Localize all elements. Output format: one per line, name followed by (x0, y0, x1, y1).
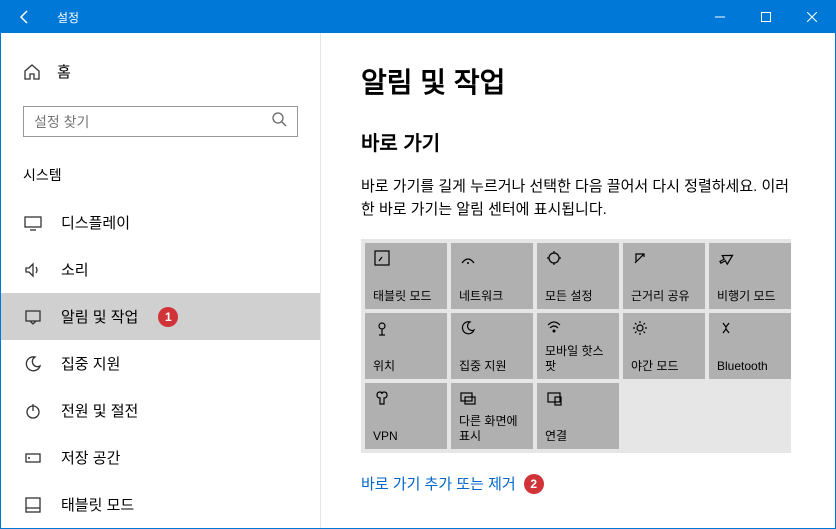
content-area: 알림 및 작업 바로 가기 바로 가기를 길게 누르거나 선택한 다음 끌어서 … (321, 33, 835, 528)
tile-icon (373, 389, 391, 407)
sidebar-item-power[interactable]: 전원 및 절전 (1, 387, 320, 434)
sidebar-item-label: 소리 (61, 259, 89, 280)
minimize-button[interactable] (697, 1, 743, 33)
sound-icon (23, 260, 43, 280)
tile-label: Bluetooth (717, 359, 783, 373)
tile-icon (631, 249, 649, 267)
tile-icon (373, 319, 391, 337)
sidebar-item-sound[interactable]: 소리 (1, 246, 320, 293)
tile-label: 위치 (373, 359, 439, 373)
add-remove-link[interactable]: 바로 가기 추가 또는 제거 (361, 473, 516, 494)
arrow-left-icon (17, 9, 33, 25)
sidebar: 홈 시스템 디스플레이 소리 (1, 33, 321, 528)
sidebar-item-label: 태블릿 모드 (61, 494, 134, 515)
search-icon (271, 111, 287, 132)
quick-action-tile[interactable]: Bluetooth (709, 313, 791, 379)
tile-icon (717, 249, 735, 267)
section-title: 바로 가기 (361, 127, 795, 156)
quick-action-tile[interactable]: 태블릿 모드 (365, 243, 447, 309)
tile-icon (545, 319, 563, 337)
titlebar: 설정 (1, 1, 835, 33)
sidebar-item-label: 알림 및 작업 (61, 306, 138, 327)
tile-label: 근거리 공유 (631, 289, 697, 303)
annotation-badge-2: 2 (524, 474, 544, 494)
window-title: 설정 (49, 9, 697, 26)
tile-label: VPN (373, 429, 439, 443)
quick-action-tile[interactable]: 근거리 공유 (623, 243, 705, 309)
moon-icon (23, 354, 43, 374)
section-label: 시스템 (1, 155, 320, 199)
page-title: 알림 및 작업 (361, 61, 795, 101)
sidebar-item-storage[interactable]: 저장 공간 (1, 434, 320, 481)
sidebar-item-notifications[interactable]: 알림 및 작업 1 (1, 293, 320, 340)
sidebar-item-display[interactable]: 디스플레이 (1, 199, 320, 246)
section-description: 바로 가기를 길게 누르거나 선택한 다음 끌어서 다시 정렬하세요. 이러한 … (361, 176, 795, 221)
back-button[interactable] (1, 1, 49, 33)
close-icon (807, 12, 817, 22)
power-icon (23, 401, 43, 421)
quick-action-tiles: 태블릿 모드 네트워크 모든 설정 근거리 공유 비행기 모드 위치 집중 지원 (361, 239, 791, 453)
quick-action-tile[interactable]: VPN (365, 383, 447, 449)
tile-icon (459, 319, 477, 337)
maximize-icon (761, 12, 771, 22)
display-icon (23, 213, 43, 233)
sidebar-item-tablet[interactable]: 태블릿 모드 (1, 481, 320, 528)
quick-action-tile[interactable]: 모든 설정 (537, 243, 619, 309)
quick-action-tile[interactable]: 야간 모드 (623, 313, 705, 379)
storage-icon (23, 448, 43, 468)
quick-action-tile[interactable]: 모바일 핫스팟 (537, 313, 619, 379)
quick-action-tile[interactable]: 네트워크 (451, 243, 533, 309)
tile-icon (717, 319, 735, 337)
tile-label: 야간 모드 (631, 359, 697, 373)
sidebar-item-label: 전원 및 절전 (61, 400, 138, 421)
tile-label: 다른 화면에 표시 (459, 414, 525, 443)
tile-icon (459, 389, 477, 407)
notification-icon (23, 307, 43, 327)
quick-action-tile[interactable]: 위치 (365, 313, 447, 379)
maximize-button[interactable] (743, 1, 789, 33)
sidebar-item-label: 디스플레이 (61, 212, 130, 233)
tile-label: 네트워크 (459, 289, 525, 303)
close-button[interactable] (789, 1, 835, 33)
annotation-badge-1: 1 (158, 307, 178, 327)
quick-action-tile[interactable]: 연결 (537, 383, 619, 449)
tile-label: 태블릿 모드 (373, 289, 439, 303)
sidebar-item-focus[interactable]: 집중 지원 (1, 340, 320, 387)
quick-action-tile[interactable]: 다른 화면에 표시 (451, 383, 533, 449)
tile-icon (545, 389, 563, 407)
search-box[interactable] (23, 106, 298, 137)
home-button[interactable]: 홈 (1, 51, 320, 92)
home-label: 홈 (57, 61, 71, 82)
window-controls (697, 1, 835, 33)
home-icon (23, 63, 41, 81)
tablet-icon (23, 495, 43, 515)
tile-icon (459, 249, 477, 267)
tile-label: 연결 (545, 429, 611, 443)
tile-label: 모바일 핫스팟 (545, 344, 611, 373)
quick-action-tile[interactable]: 집중 지원 (451, 313, 533, 379)
tile-icon (631, 319, 649, 337)
tile-icon (373, 249, 391, 267)
tile-icon (545, 249, 563, 267)
tile-label: 집중 지원 (459, 359, 525, 373)
tile-label: 비행기 모드 (717, 289, 783, 303)
quick-action-tile[interactable]: 비행기 모드 (709, 243, 791, 309)
tile-label: 모든 설정 (545, 289, 611, 303)
minimize-icon (715, 12, 725, 22)
sidebar-item-label: 저장 공간 (61, 447, 120, 468)
sidebar-item-label: 집중 지원 (61, 353, 120, 374)
search-input[interactable] (34, 114, 271, 130)
